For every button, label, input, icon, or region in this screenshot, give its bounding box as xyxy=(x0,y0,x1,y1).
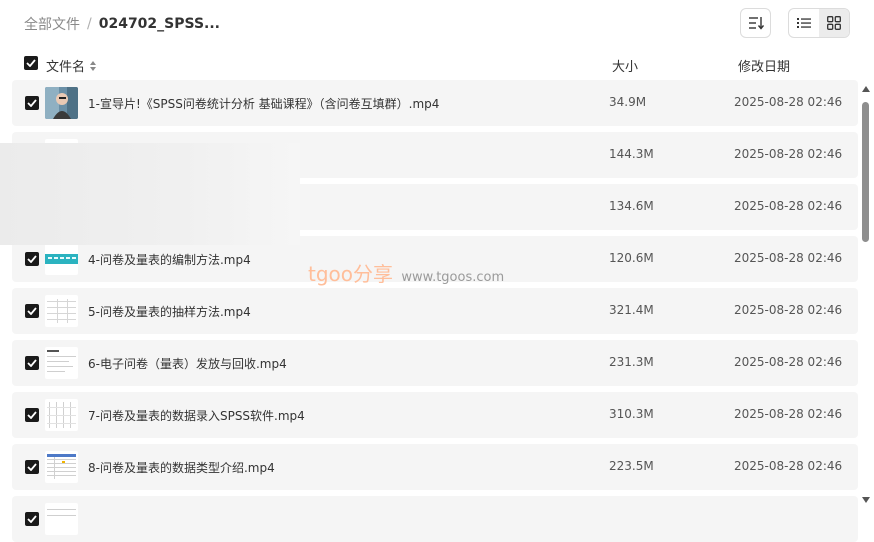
check-icon xyxy=(27,99,37,107)
check-icon xyxy=(27,255,37,263)
row-checkbox[interactable] xyxy=(25,252,39,266)
select-all-checkbox[interactable] xyxy=(24,56,38,70)
breadcrumb-root-link[interactable]: 全部文件 xyxy=(24,14,80,34)
file-modified: 2025-08-28 02:46 xyxy=(734,199,843,213)
file-name[interactable]: 7-问卷及量表的数据录入SPSS软件.mp4 xyxy=(88,407,305,424)
file-size: 120.6M xyxy=(609,251,654,265)
row-checkbox[interactable] xyxy=(25,512,39,526)
grid-view-icon xyxy=(827,16,841,30)
scrollbar-thumb[interactable] xyxy=(862,102,869,242)
video-thumbnail xyxy=(45,347,78,379)
video-thumbnail xyxy=(45,503,78,535)
sort-icon xyxy=(748,17,764,30)
file-name[interactable]: 8-问卷及量表的数据类型介绍.mp4 xyxy=(88,459,275,476)
breadcrumb-current-folder: 024702_SPSS... xyxy=(98,16,221,32)
vertical-scrollbar[interactable] xyxy=(859,84,873,514)
check-icon xyxy=(26,59,36,67)
file-name[interactable]: 6-电子问卷（量表）发放与回收.mp4 xyxy=(88,355,287,372)
video-thumbnail xyxy=(45,451,78,483)
breadcrumb-separator: / xyxy=(87,16,92,32)
watermark-url: www.tgoos.com xyxy=(401,270,505,285)
video-thumbnail xyxy=(45,295,78,327)
column-header-name[interactable]: 文件名 xyxy=(46,56,97,75)
view-toggle xyxy=(788,8,850,38)
file-size: 310.3M xyxy=(609,407,654,421)
row-checkbox[interactable] xyxy=(25,460,39,474)
check-icon xyxy=(27,359,37,367)
check-icon xyxy=(27,307,37,315)
file-size: 223.5M xyxy=(609,459,654,473)
video-thumbnail xyxy=(45,243,78,275)
scroll-up-arrow-icon[interactable] xyxy=(862,86,870,92)
file-row[interactable]: 1-宣导片!《SPSS问卷统计分析 基础课程》（含问卷互填群）.mp4 34.9… xyxy=(12,80,858,126)
file-size: 321.4M xyxy=(609,303,654,317)
file-modified: 2025-08-28 02:46 xyxy=(734,407,843,421)
file-name[interactable]: 4-问卷及量表的编制方法.mp4 xyxy=(88,251,251,268)
video-thumbnail xyxy=(45,399,78,431)
file-size: 134.6M xyxy=(609,199,654,213)
table-header: 文件名 大小 修改日期 xyxy=(0,50,874,78)
list-view-button[interactable] xyxy=(789,9,819,37)
file-modified: 2025-08-28 02:46 xyxy=(734,251,843,265)
file-modified: 2025-08-28 02:46 xyxy=(734,95,843,109)
grid-view-button[interactable] xyxy=(819,9,849,37)
file-modified: 2025-08-28 02:46 xyxy=(734,147,843,161)
file-size: 34.9M xyxy=(609,95,647,109)
video-thumbnail xyxy=(45,87,78,119)
sort-button[interactable] xyxy=(740,8,771,38)
check-icon xyxy=(27,463,37,471)
column-header-modified[interactable]: 修改日期 xyxy=(738,56,790,75)
watermark-brand: tgoo分享 xyxy=(308,262,394,286)
file-modified: 2025-08-28 02:46 xyxy=(734,303,843,317)
list-view-icon xyxy=(797,18,811,28)
breadcrumb: 全部文件 / 024702_SPSS... xyxy=(24,14,220,34)
file-row[interactable]: 6-电子问卷（量表）发放与回收.mp4 231.3M 2025-08-28 02… xyxy=(12,340,858,386)
row-checkbox[interactable] xyxy=(25,304,39,318)
row-checkbox[interactable] xyxy=(25,96,39,110)
file-name[interactable]: 5-问卷及量表的抽样方法.mp4 xyxy=(88,303,251,320)
column-header-size[interactable]: 大小 xyxy=(612,56,638,75)
row-checkbox[interactable] xyxy=(25,408,39,422)
file-row[interactable]: 5-问卷及量表的抽样方法.mp4 321.4M 2025-08-28 02:46 xyxy=(12,288,858,334)
check-icon xyxy=(27,411,37,419)
file-row[interactable]: 8-问卷及量表的数据类型介绍.mp4 223.5M 2025-08-28 02:… xyxy=(12,444,858,490)
file-size: 144.3M xyxy=(609,147,654,161)
column-name-label: 文件名 xyxy=(46,60,86,75)
file-size: 231.3M xyxy=(609,355,654,369)
redaction-blur xyxy=(0,143,300,245)
file-modified: 2025-08-28 02:46 xyxy=(734,355,843,369)
watermark: tgoo分享 www.tgoos.com xyxy=(308,258,504,287)
file-row[interactable] xyxy=(12,496,858,542)
scroll-down-arrow-icon[interactable] xyxy=(862,497,870,503)
file-row[interactable]: 7-问卷及量表的数据录入SPSS软件.mp4 310.3M 2025-08-28… xyxy=(12,392,858,438)
check-icon xyxy=(27,515,37,523)
file-modified: 2025-08-28 02:46 xyxy=(734,459,843,473)
file-name[interactable]: 1-宣导片!《SPSS问卷统计分析 基础课程》（含问卷互填群）.mp4 xyxy=(88,95,439,112)
row-checkbox[interactable] xyxy=(25,356,39,370)
sort-arrows-icon xyxy=(90,60,97,71)
